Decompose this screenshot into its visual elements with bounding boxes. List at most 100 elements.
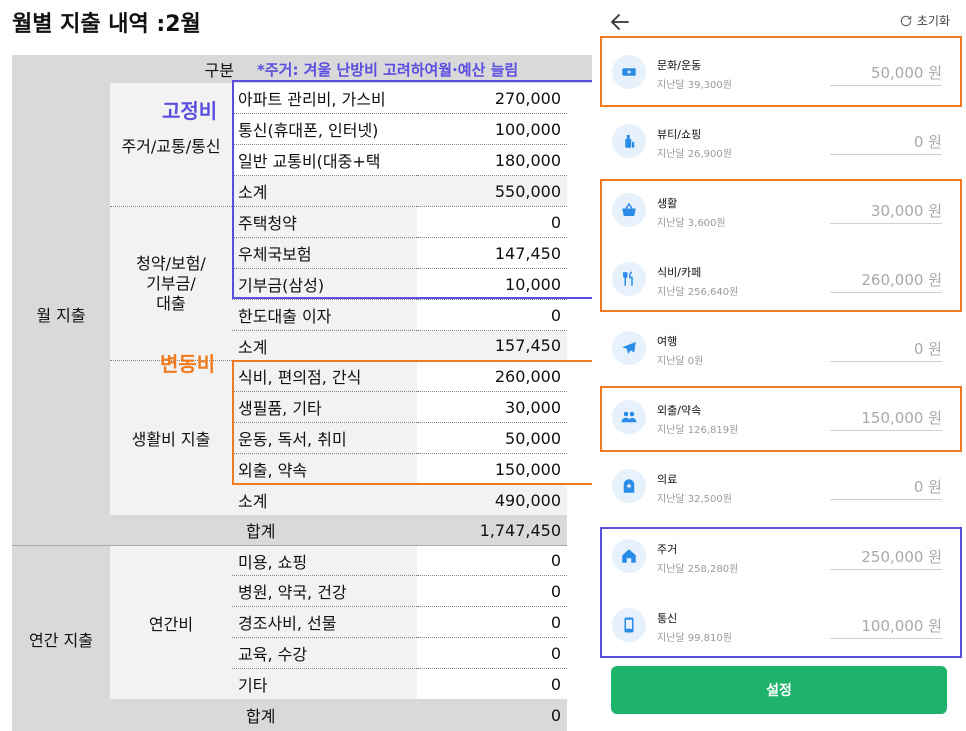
category-name: 통신 [657, 612, 678, 625]
row-value: 0 [417, 545, 567, 576]
budget-amount-input[interactable]: 30,000 원 [830, 200, 942, 224]
category-prev: 지난달 26,900원 [657, 149, 732, 160]
medical-icon [612, 469, 646, 503]
subtotal-value: 490,000 [417, 485, 567, 515]
row-item: 운동, 독서, 취미 [232, 423, 417, 454]
ticket-icon [612, 55, 646, 89]
subtotal-value: 550,000 [417, 176, 567, 207]
row-item: 생필품, 기타 [232, 392, 417, 423]
group-annual: 연간 지출 [12, 545, 110, 731]
row-item: 아파트 관리비, 가스비 [232, 83, 417, 114]
header-label: 구분 [204, 61, 234, 80]
budget-panel: 초기화 문화/운동 지난달 39,300원 50,000 원 뷰티/쇼핑 지난달… [592, 0, 966, 731]
category-row-travel[interactable]: 여행 지난달 0원 0 원 [600, 319, 956, 379]
group-monthly: 월 지출 [12, 83, 110, 545]
set-button[interactable]: 설정 [611, 666, 947, 714]
category-name: 뷰티/쇼핑 [657, 128, 702, 141]
category-row-housing[interactable]: 주거 지난달 258,280원 250,000 원 [600, 527, 956, 587]
budget-amount-input[interactable]: 0 원 [830, 476, 942, 500]
subtotal-value: 157,450 [417, 331, 567, 361]
row-item: 일반 교통비(대중+택 [232, 145, 417, 176]
category-prev: 지난달 256,640원 [657, 287, 739, 298]
refresh-icon [900, 15, 912, 26]
category-prev: 지난달 258,280원 [657, 564, 739, 575]
subtotal-item: 소계 [232, 176, 417, 207]
category-row-food[interactable]: 식비/카페 지난달 256,640원 260,000 원 [600, 250, 956, 310]
row-item: 외출, 약속 [232, 454, 417, 485]
row-value: 0 [417, 576, 567, 607]
row-value: 10,000 [417, 269, 567, 300]
budget-amount-input[interactable]: 260,000 원 [830, 269, 942, 293]
tag-fixed: 고정비 [162, 99, 218, 123]
annual-total-label: 합계 [232, 699, 417, 731]
expense-table: 구분 *주거: 겨울 난방비 고려하여월·예산 늘림 월 지출 연간 지출 주거… [12, 55, 597, 731]
category-row-outing[interactable]: 외출/약속 지난달 126,819원 150,000 원 [600, 388, 956, 448]
annual-total-spacer [110, 699, 232, 731]
row-value: 0 [550, 674, 561, 694]
row-value: 147,450 [417, 238, 567, 269]
category-name: 주거 [657, 543, 678, 556]
category-prev: 지난달 0원 [657, 356, 704, 367]
subtotal-item: 소계 [232, 331, 417, 361]
row-item: 주택청약 [232, 207, 417, 238]
category-name: 외출/약속 [657, 404, 702, 417]
row-item: 우체국보험 [232, 238, 417, 269]
row-item: 기타 [232, 669, 417, 699]
budget-amount-input[interactable]: 250,000 원 [830, 546, 942, 570]
category-name: 문화/운동 [657, 59, 702, 72]
sheet-title: 월별 지출 내역 :2월 [12, 12, 201, 37]
basket-icon [612, 193, 646, 227]
subgroup-savings: 청약/보험/ 기부금/ 대출 [110, 207, 232, 361]
annual-total-value: 0 [417, 699, 567, 731]
category-row-beauty[interactable]: 뷰티/쇼핑 지난달 26,900원 0 원 [600, 112, 956, 172]
total-spacer [110, 515, 232, 545]
category-prev: 지난달 126,819원 [657, 425, 739, 436]
tag-variable: 변동비 [160, 352, 216, 376]
row-value: 260,000 [417, 361, 567, 392]
row-value: 30,000 [417, 392, 567, 423]
people-icon [612, 400, 646, 434]
back-arrow-icon[interactable] [608, 10, 632, 34]
subgroup-annual: 연간비 [110, 545, 232, 699]
category-prev: 지난달 3,600원 [657, 218, 726, 229]
reset-label: 초기화 [916, 14, 950, 28]
row-item: 기부금(삼성) [232, 269, 417, 300]
row-value: 0 [417, 300, 567, 331]
row-value: 0 [417, 607, 567, 638]
budget-amount-input[interactable]: 50,000 원 [830, 62, 942, 86]
row-item: 병원, 약국, 건강 [232, 576, 417, 607]
row-value: 0 [417, 207, 567, 238]
row-item: 경조사비, 선물 [232, 607, 417, 638]
budget-amount-input[interactable]: 100,000 원 [830, 615, 942, 639]
budget-amount-input[interactable]: 0 원 [830, 131, 942, 155]
category-prev: 지난달 99,810원 [657, 633, 732, 644]
reset-button[interactable]: 초기화 [899, 12, 950, 29]
category-row-medical[interactable]: 의료 지난달 32,500원 0 원 [600, 457, 956, 517]
cosmetics-icon [612, 124, 646, 158]
category-row-living[interactable]: 생활 지난달 3,600원 30,000 원 [600, 181, 956, 241]
phone-icon [612, 608, 646, 642]
row-value: 100,000 [417, 114, 567, 145]
category-prev: 지난달 32,500원 [657, 494, 732, 505]
budget-amount-input[interactable]: 0 원 [830, 338, 942, 362]
category-row-telecom[interactable]: 통신 지난달 99,810원 100,000 원 [600, 596, 956, 656]
category-name: 여행 [657, 335, 678, 348]
row-value: 150,000 [417, 454, 567, 485]
category-name: 의료 [657, 473, 678, 486]
category-row-culture[interactable]: 문화/운동 지난달 39,300원 50,000 원 [600, 43, 956, 103]
category-name: 생활 [657, 197, 678, 210]
row-item: 통신(휴대폰, 인터넷) [232, 114, 417, 145]
row-value: 180,000 [417, 145, 567, 176]
category-prev: 지난달 39,300원 [657, 80, 732, 91]
header-note: *주거: 겨울 난방비 고려하여월·예산 늘림 [257, 60, 519, 79]
budget-amount-input[interactable]: 150,000 원 [830, 407, 942, 431]
row-item: 미용, 쇼핑 [232, 545, 417, 576]
airplane-icon [612, 331, 646, 365]
row-value: 0 [417, 638, 567, 669]
row-value: 270,000 [417, 83, 567, 114]
row-item: 식비, 편의점, 간식 [232, 361, 417, 392]
subgroup-living: 생활비 지출 [110, 361, 232, 515]
row-item: 한도대출 이자 [232, 300, 417, 331]
utensils-icon [612, 262, 646, 296]
subtotal-item: 소계 [232, 485, 417, 515]
